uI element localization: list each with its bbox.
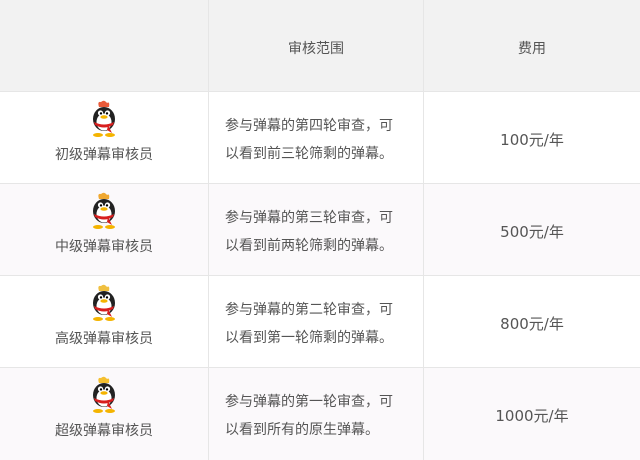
qq-penguin-icon: [93, 376, 115, 413]
fee-value: 500元/年: [500, 223, 564, 241]
scope-description: 参与弹幕的第二轮审查，可 以看到第一轮筛剩的弹幕。: [225, 296, 413, 352]
fee-cell: 100元/年: [424, 92, 640, 183]
scope-description: 参与弹幕的第三轮审查，可 以看到前两轮筛剩的弹幕。: [225, 204, 413, 260]
scope-cell: 参与弹幕的第二轮审查，可 以看到第一轮筛剩的弹幕。: [209, 276, 424, 367]
role-name: 高级弹幕审核员: [55, 331, 153, 347]
scope-line-1: 参与弹幕的第二轮审查，可: [225, 302, 393, 318]
scope-description: 参与弹幕的第四轮审查，可 以看到前三轮筛剩的弹幕。: [225, 112, 413, 168]
fee-cell: 1000元/年: [424, 368, 640, 460]
header-fee-cell: 费用: [424, 0, 640, 91]
fee-cell: 500元/年: [424, 184, 640, 275]
scope-line-2: 以看到第一轮筛剩的弹幕。: [225, 330, 393, 346]
scope-cell: 参与弹幕的第三轮审查，可 以看到前两轮筛剩的弹幕。: [209, 184, 424, 275]
qq-penguin-icon: [93, 100, 115, 137]
role-name: 超级弹幕审核员: [55, 423, 153, 439]
fee-value: 100元/年: [500, 131, 564, 149]
role-name: 初级弹幕审核员: [55, 147, 153, 163]
qq-penguin-icon: [93, 192, 115, 229]
header-scope-label: 审核范围: [288, 41, 344, 57]
scope-line-1: 参与弹幕的第四轮审查，可: [225, 118, 393, 134]
scope-line-2: 以看到所有的原生弹幕。: [225, 422, 379, 438]
table-row: 初级弹幕审核员 参与弹幕的第四轮审查，可 以看到前三轮筛剩的弹幕。 100元/年: [0, 92, 640, 184]
scope-line-2: 以看到前三轮筛剩的弹幕。: [225, 146, 393, 162]
role-cell: 初级弹幕审核员: [0, 92, 209, 183]
role-cell: 高级弹幕审核员: [0, 276, 209, 367]
qq-penguin-icon: [93, 284, 115, 321]
role-cell: 超级弹幕审核员: [0, 368, 209, 460]
scope-line-2: 以看到前两轮筛剩的弹幕。: [225, 238, 393, 254]
scope-line-1: 参与弹幕的第一轮审查，可: [225, 394, 393, 410]
fee-value: 800元/年: [500, 315, 564, 333]
pricing-table: 审核范围 费用 初级弹幕审核员 参与弹幕的第四轮审查，可 以看到前三轮筛剩的弹幕…: [0, 0, 640, 460]
table-row: 中级弹幕审核员 参与弹幕的第三轮审查，可 以看到前两轮筛剩的弹幕。 500元/年: [0, 184, 640, 276]
fee-cell: 800元/年: [424, 276, 640, 367]
header-role-cell: [0, 0, 209, 91]
role-cell: 中级弹幕审核员: [0, 184, 209, 275]
scope-cell: 参与弹幕的第四轮审查，可 以看到前三轮筛剩的弹幕。: [209, 92, 424, 183]
header-fee-label: 费用: [518, 41, 546, 57]
table-row: 超级弹幕审核员 参与弹幕的第一轮审查，可 以看到所有的原生弹幕。 1000元/年: [0, 368, 640, 460]
scope-cell: 参与弹幕的第一轮审查，可 以看到所有的原生弹幕。: [209, 368, 424, 460]
role-name: 中级弹幕审核员: [55, 239, 153, 255]
scope-description: 参与弹幕的第一轮审查，可 以看到所有的原生弹幕。: [225, 388, 413, 444]
fee-value: 1000元/年: [495, 407, 569, 425]
header-scope-cell: 审核范围: [209, 0, 424, 91]
table-row: 高级弹幕审核员 参与弹幕的第二轮审查，可 以看到第一轮筛剩的弹幕。 800元/年: [0, 276, 640, 368]
scope-line-1: 参与弹幕的第三轮审查，可: [225, 210, 393, 226]
table-header: 审核范围 费用: [0, 0, 640, 92]
